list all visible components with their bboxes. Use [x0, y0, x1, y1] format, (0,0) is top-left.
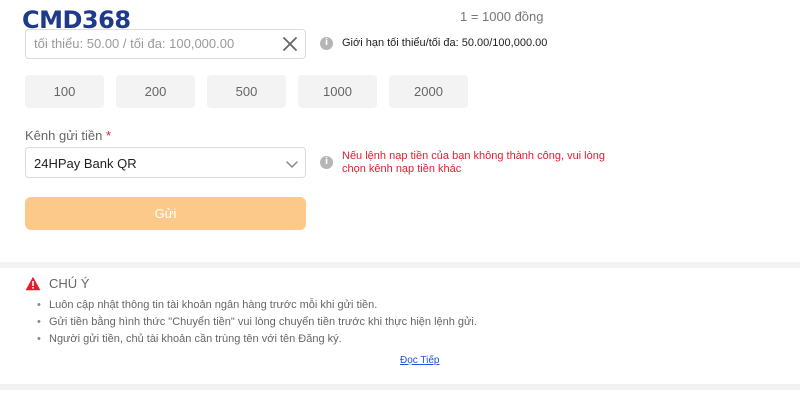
info-icon: i [320, 156, 333, 169]
channel-label: Kênh gửi tiền * [25, 128, 111, 143]
section-divider [0, 384, 800, 390]
quick-amount-200[interactable]: 200 [116, 75, 195, 108]
channel-selected-value: 24HPay Bank QR [34, 156, 137, 171]
notice-title: CHÚ Ý [49, 276, 90, 291]
amount-field[interactable] [25, 29, 306, 59]
chevron-down-icon [286, 161, 298, 168]
quick-amount-2000[interactable]: 2000 [389, 75, 468, 108]
limit-info-text: Giới hạn tối thiểu/tối đa: 50.00/100,000… [342, 37, 548, 49]
amount-input[interactable] [34, 36, 274, 51]
notice-list: Luôn cập nhật thông tin tài khoản ngân h… [35, 298, 477, 349]
required-mark: * [106, 128, 112, 143]
quick-amount-1000[interactable]: 1000 [298, 75, 377, 108]
channel-warning-text: Nếu lệnh nạp tiền của bạn không thành cô… [342, 150, 605, 175]
info-icon: i [320, 37, 333, 50]
exchange-rate-text: 1 = 1000 đồng [460, 9, 544, 24]
quick-amount-100[interactable]: 100 [25, 75, 104, 108]
section-divider [0, 262, 800, 268]
warning-icon [25, 276, 41, 291]
notice-item: Người gửi tiền, chủ tài khoản cần trùng … [35, 332, 477, 349]
submit-button[interactable]: Gửi [25, 197, 306, 230]
close-icon[interactable] [281, 35, 299, 53]
quick-amount-500[interactable]: 500 [207, 75, 286, 108]
notice-item: Gửi tiền bằng hình thức "Chuyển tiền" vu… [35, 315, 477, 332]
notice-item: Luôn cập nhật thông tin tài khoản ngân h… [35, 298, 477, 315]
channel-select[interactable]: 24HPay Bank QR [25, 147, 306, 178]
channel-label-text: Kênh gửi tiền [25, 128, 103, 143]
read-more-link[interactable]: Đọc Tiếp [400, 355, 439, 366]
